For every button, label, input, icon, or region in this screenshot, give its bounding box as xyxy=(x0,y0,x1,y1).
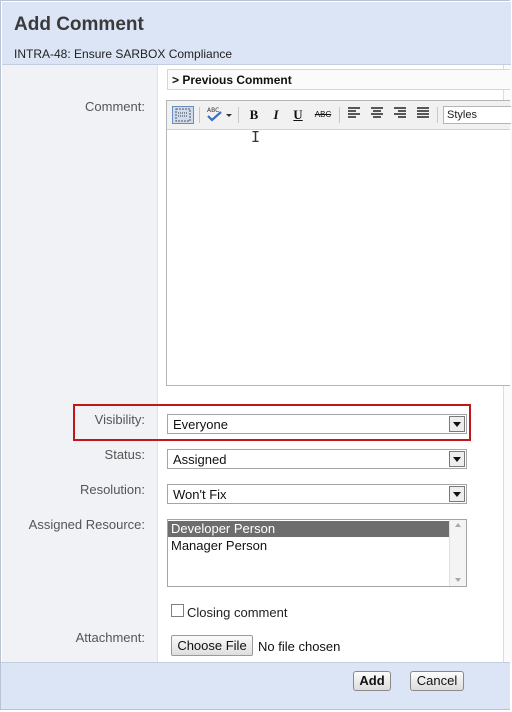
resolution-label: Resolution: xyxy=(79,482,145,497)
chevron-down-icon[interactable] xyxy=(449,416,465,432)
closing-comment-label: Closing comment xyxy=(187,605,288,620)
justify-button[interactable] xyxy=(414,106,432,124)
attachment-label: Attachment: xyxy=(75,630,145,645)
spellcheck-icon: ABC xyxy=(207,107,232,122)
toolbar-separator xyxy=(199,107,200,123)
styles-dropdown[interactable]: Styles xyxy=(443,106,511,124)
comment-label: Comment: xyxy=(85,99,145,114)
chevron-down-icon[interactable] xyxy=(449,451,465,467)
italic-button[interactable]: I xyxy=(267,106,285,124)
dialog-title: Add Comment xyxy=(14,14,144,35)
list-item[interactable]: Manager Person xyxy=(168,538,450,554)
blocks-icon xyxy=(175,108,191,122)
align-left-button[interactable] xyxy=(345,106,363,124)
visibility-select[interactable]: Everyone xyxy=(167,414,467,434)
editor-content-area[interactable] xyxy=(167,130,510,385)
comment-editor[interactable]: ABC B I U ABC Styles xyxy=(166,100,511,386)
status-value: Assigned xyxy=(173,452,227,467)
add-button[interactable]: Add xyxy=(353,671,391,691)
svg-text:ABC: ABC xyxy=(207,107,219,114)
choose-file-button[interactable]: Choose File xyxy=(171,635,253,656)
resolution-select[interactable]: Won't Fix xyxy=(167,484,467,504)
closing-comment-checkbox[interactable] xyxy=(171,604,184,617)
visibility-label: Visibility: xyxy=(94,412,145,427)
status-label: Status: xyxy=(104,447,145,462)
strikethrough-button[interactable]: ABC xyxy=(311,106,335,124)
issue-title: INTRA-48: Ensure SARBOX Compliance xyxy=(14,47,233,61)
align-right-button[interactable] xyxy=(391,106,409,124)
editor-toolbar: ABC B I U ABC Styles xyxy=(167,101,511,130)
visibility-value: Everyone xyxy=(173,417,228,432)
assigned-resource-listbox[interactable]: Developer Person Manager Person xyxy=(167,519,467,587)
toolbar-separator xyxy=(339,107,340,123)
align-center-button[interactable] xyxy=(368,106,386,124)
listbox-scrollbar[interactable] xyxy=(449,520,466,586)
scroll-arrows-icon xyxy=(455,523,461,582)
toolbar-separator xyxy=(437,107,438,123)
status-select[interactable]: Assigned xyxy=(167,449,467,469)
previous-comment-toggle[interactable]: > Previous Comment xyxy=(167,69,510,90)
show-blocks-button[interactable] xyxy=(172,106,194,124)
file-status: No file chosen xyxy=(258,639,341,654)
assigned-resource-label: Assigned Resource: xyxy=(28,517,145,532)
chevron-down-icon[interactable] xyxy=(449,486,465,502)
bold-button[interactable]: B xyxy=(245,106,263,124)
justify-icon xyxy=(417,107,429,118)
text-cursor-icon: I xyxy=(251,128,261,146)
list-item-selected[interactable]: Developer Person xyxy=(168,521,450,537)
dialog-header: Add Comment INTRA-48: Ensure SARBOX Comp… xyxy=(2,2,511,65)
spellcheck-button[interactable]: ABC xyxy=(204,106,234,124)
label-column xyxy=(2,65,158,663)
underline-button[interactable]: U xyxy=(289,106,307,124)
align-left-icon xyxy=(348,107,360,118)
align-center-icon xyxy=(371,107,383,118)
toolbar-separator xyxy=(238,107,239,123)
cancel-button[interactable]: Cancel xyxy=(410,671,464,691)
resolution-value: Won't Fix xyxy=(173,487,227,502)
align-right-icon xyxy=(394,107,406,118)
